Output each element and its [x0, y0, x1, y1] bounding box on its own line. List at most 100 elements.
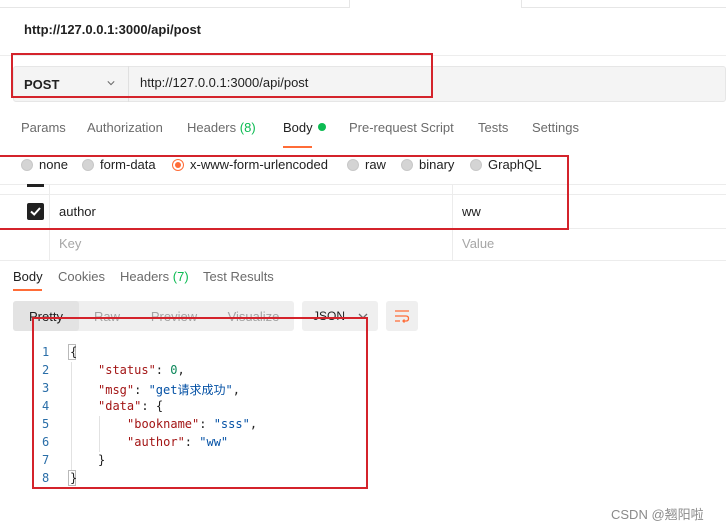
tab-pre-request-script[interactable]: Pre-request Script	[349, 120, 454, 135]
check-icon	[30, 207, 41, 216]
checkbox-checked-icon[interactable]	[27, 203, 44, 220]
tab-label: Body	[13, 269, 43, 284]
green-dot-icon	[317, 123, 326, 131]
url-input[interactable]: http://127.0.0.1:3000/api/post	[140, 75, 308, 90]
radio-icon	[82, 158, 94, 171]
radio-label: GraphQL	[488, 157, 542, 172]
tab-label: Settings	[532, 120, 579, 135]
table-column-border	[49, 184, 50, 260]
format-select[interactable]: JSON	[302, 301, 378, 331]
view-pretty-button[interactable]: Pretty	[13, 301, 79, 331]
divider	[128, 66, 129, 102]
json-value: "ww"	[199, 435, 229, 449]
annotation-box-response	[32, 317, 368, 489]
param-value[interactable]: ww	[462, 204, 481, 219]
key-placeholder[interactable]: Key	[59, 236, 81, 251]
code-line: }	[70, 471, 77, 485]
response-tab-headers[interactable]: Headers (7)	[120, 269, 189, 284]
radio-none[interactable]: none	[21, 157, 68, 172]
json-brace: }	[98, 453, 106, 467]
watermark: CSDN @翘阳啦	[611, 507, 704, 522]
view-preview-button[interactable]: Preview	[135, 301, 213, 331]
radio-icon	[347, 158, 359, 171]
radio-binary[interactable]: binary	[401, 157, 454, 172]
line-number: 5	[42, 417, 50, 431]
tab-body[interactable]: Body	[283, 120, 326, 135]
json-key: "bookname"	[127, 417, 200, 431]
request-tab-strip	[0, 0, 726, 8]
line-number: 6	[42, 435, 50, 449]
radio-x-www-form-urlencoded[interactable]: x-www-form-urlencoded	[172, 157, 328, 172]
request-title[interactable]: http://127.0.0.1:3000/api/post	[24, 22, 201, 37]
json-brace: {	[70, 345, 78, 359]
line-number: 7	[42, 453, 50, 467]
code-line: "msg": "get请求成功",	[98, 383, 240, 397]
json-value: "sss"	[213, 417, 250, 431]
radio-label: binary	[419, 157, 455, 172]
json-key: "data"	[98, 399, 142, 413]
line-number: 1	[42, 345, 50, 359]
method-label: POST	[24, 76, 60, 92]
tab-params[interactable]: Params	[21, 120, 66, 135]
tab-label: Params	[21, 120, 66, 135]
table-column-border	[452, 184, 453, 260]
active-tab-indicator	[283, 146, 312, 148]
response-tab-cookies[interactable]: Cookies	[58, 269, 105, 284]
active-request-tab[interactable]	[350, 0, 521, 8]
response-tab-body[interactable]: Body	[13, 269, 43, 284]
radio-icon	[21, 158, 33, 171]
json-key: "msg"	[98, 383, 135, 397]
tab-settings[interactable]: Settings	[532, 120, 579, 135]
value-placeholder[interactable]: Value	[462, 236, 494, 251]
format-label: JSON	[313, 309, 346, 323]
code-line: "data": {	[98, 399, 164, 413]
chevron-down-icon	[107, 81, 115, 86]
radio-label: form-data	[100, 157, 156, 172]
radio-graphql[interactable]: GraphQL	[470, 157, 541, 172]
headers-count: (8)	[239, 120, 256, 135]
tab-label: Headers	[120, 269, 170, 284]
radio-label: raw	[365, 157, 386, 172]
json-brace: }	[70, 471, 78, 485]
view-raw-button[interactable]: Raw	[79, 301, 135, 331]
json-key: "author"	[127, 435, 185, 449]
table-row-border	[0, 184, 726, 185]
tab-headers[interactable]: Headers (8)	[187, 120, 256, 135]
json-key: "status"	[98, 363, 156, 377]
tab-label: Test Results	[203, 269, 274, 284]
radio-icon	[401, 158, 413, 171]
method-select[interactable]: POST	[13, 66, 128, 102]
tab-tests[interactable]: Tests	[478, 120, 508, 135]
code-line: {	[70, 345, 77, 359]
radio-raw[interactable]: raw	[347, 157, 386, 172]
tab-authorization[interactable]: Authorization	[87, 120, 163, 135]
radio-label: x-www-form-urlencoded	[190, 157, 328, 172]
table-row-border	[0, 260, 726, 261]
tab-label: Cookies	[58, 269, 105, 284]
tab-label: Body	[283, 120, 313, 135]
radio-icon	[470, 158, 482, 171]
wrap-lines-icon	[395, 310, 410, 323]
tab-label: Headers	[187, 120, 237, 135]
radio-selected-icon	[172, 158, 184, 171]
divider	[0, 55, 726, 56]
tab-label: Tests	[478, 120, 509, 135]
table-row-border	[0, 228, 726, 229]
headers-count: (7)	[172, 269, 189, 284]
line-number: 3	[42, 381, 50, 395]
chevron-down-icon	[358, 313, 368, 319]
radio-form-data[interactable]: form-data	[82, 157, 156, 172]
code-line: "bookname": "sss",	[127, 417, 258, 431]
tab-label: Authorization	[87, 120, 163, 135]
json-value: "get请求成功"	[148, 383, 233, 397]
code-line: "author": "ww"	[127, 435, 229, 449]
active-tab-indicator	[13, 289, 42, 291]
indent-guide	[71, 362, 72, 470]
param-key[interactable]: author	[59, 204, 96, 219]
wrap-lines-button[interactable]	[386, 301, 418, 331]
code-line: }	[98, 453, 105, 467]
checkbox-icon[interactable]	[27, 184, 44, 187]
view-visualize-button[interactable]: Visualize	[213, 301, 294, 331]
response-tab-test-results[interactable]: Test Results	[203, 269, 274, 284]
table-row-border	[0, 194, 726, 195]
